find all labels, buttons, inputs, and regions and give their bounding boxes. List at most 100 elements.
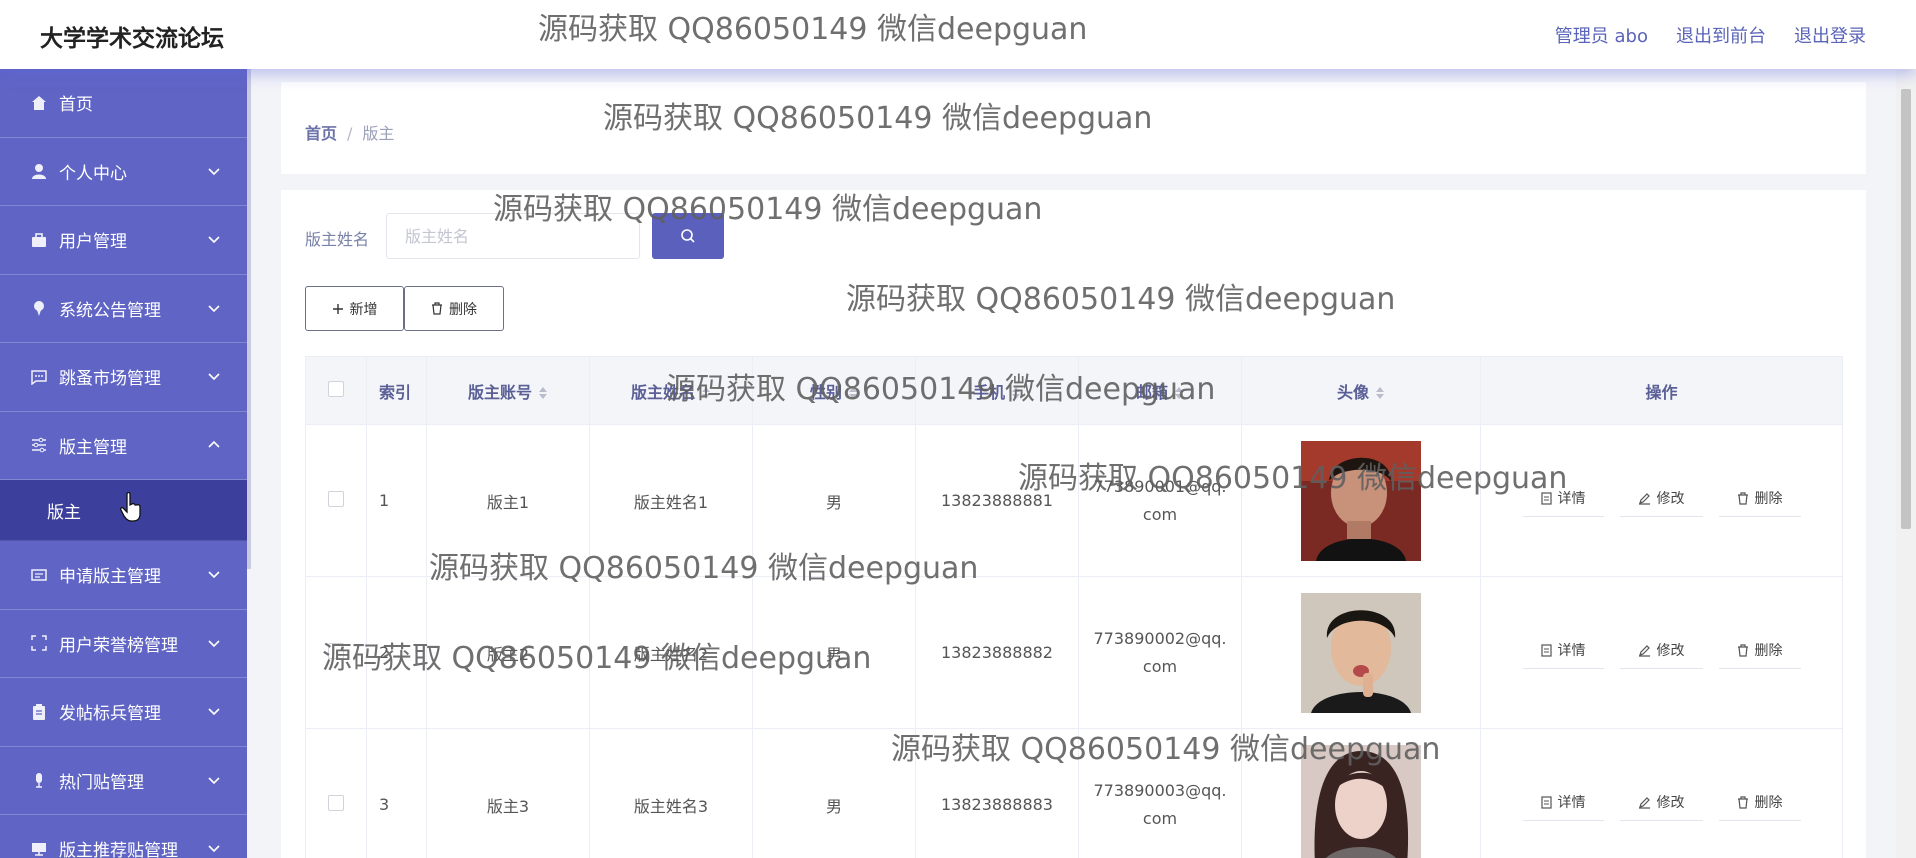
document-icon (1540, 643, 1552, 657)
sort-icon[interactable] (848, 386, 858, 400)
edit-icon (1638, 644, 1650, 657)
moderator-table: 索引 版主账号 版主姓名 性别 手机 邮箱 头像 操作 1 版主1 版主姓名1 … (305, 356, 1843, 858)
row-checkbox[interactable] (328, 642, 344, 659)
sidebar-item-label: 个人中心 (59, 163, 127, 184)
column-header-gender[interactable]: 性别 (752, 356, 916, 425)
email-part: com (1142, 808, 1178, 828)
sidebar-item-label: 跳蚤市场管理 (59, 369, 161, 390)
column-header-label: 邮箱 (1135, 382, 1168, 402)
breadcrumb-home[interactable]: 首页 (305, 124, 337, 143)
main-content: 版主姓名 新增 删除 索引 版主账号 版主姓名 性别 手机 邮箱 头像 操作 (281, 190, 1866, 858)
detail-button[interactable]: 详情 (1522, 636, 1604, 669)
detail-label: 详情 (1557, 491, 1586, 507)
column-header-avatar[interactable]: 头像 (1241, 356, 1481, 425)
document-icon (1540, 795, 1552, 809)
row-checkbox[interactable] (328, 490, 344, 507)
home-icon (30, 94, 48, 112)
sidebar-item-honor-board[interactable]: 用户荣誉榜管理 (0, 610, 247, 678)
breadcrumb-current: 版主 (362, 124, 395, 143)
sidebar-item-label: 发帖标兵管理 (59, 704, 161, 725)
breadcrumb: 首页 / 版主 (305, 120, 394, 144)
chevron-up-icon (208, 440, 220, 448)
chevron-down-icon (208, 571, 220, 579)
search-button[interactable] (652, 213, 724, 259)
cell-gender: 男 (752, 576, 916, 729)
sort-icon[interactable] (701, 386, 711, 400)
edit-button[interactable]: 修改 (1619, 636, 1703, 669)
hand-cursor-icon (120, 492, 141, 522)
sidebar-item-announcement[interactable]: 系统公告管理 (0, 275, 247, 343)
admin-user-label[interactable]: 管理员 abo (1555, 22, 1648, 48)
sidebar-item-hot-posts[interactable]: 热门贴管理 (0, 747, 247, 815)
sidebar-item-label: 热门贴管理 (59, 772, 144, 793)
cell-name: 版主姓名3 (589, 728, 753, 858)
sidebar-subitem-label: 版主 (47, 502, 81, 523)
sidebar-item-label: 申请版主管理 (59, 567, 161, 588)
row-checkbox[interactable] (328, 794, 344, 811)
detail-button[interactable]: 详情 (1522, 788, 1604, 821)
sidebar-item-recommended-posts[interactable]: 版主推荐贴管理 (0, 815, 247, 858)
sidebar-item-label: 版主管理 (59, 437, 127, 458)
mic-icon (30, 771, 48, 789)
sidebar-item-moderator-management[interactable]: 版主管理 (0, 412, 247, 480)
row-delete-button[interactable]: 删除 (1718, 636, 1801, 669)
cell-index: 3 (366, 728, 427, 858)
select-all-checkbox[interactable] (328, 380, 344, 397)
cell-account: 版主2 (426, 576, 590, 729)
trash-icon (432, 302, 442, 315)
sidebar-item-personal-center[interactable]: 个人中心 (0, 138, 247, 206)
cell-email: 773890003@qq. com (1078, 728, 1242, 858)
cell-actions: 详情 修改 删除 (1480, 576, 1843, 729)
frame-icon (30, 634, 48, 652)
detail-button[interactable]: 详情 (1522, 484, 1604, 517)
logout-link[interactable]: 退出登录 (1794, 22, 1866, 48)
row-delete-button[interactable]: 删除 (1718, 788, 1801, 821)
scrollbar-thumb[interactable] (1901, 89, 1911, 529)
sidebar-item-post-pioneer[interactable]: 发帖标兵管理 (0, 678, 247, 747)
column-header-phone[interactable]: 手机 (915, 356, 1079, 425)
email-part: 773890003@qq. (1093, 780, 1227, 800)
sort-icon[interactable] (1174, 386, 1184, 400)
sort-icon[interactable] (538, 386, 548, 400)
delete-label: 删除 (1754, 643, 1783, 659)
briefcase-icon (30, 231, 48, 249)
table-row: 1 版主1 版主姓名1 男 13823888881 773890001@qq. c… (305, 424, 1843, 577)
breadcrumb-card: 首页 / 版主 (281, 82, 1866, 174)
chevron-down-icon (208, 776, 220, 784)
back-to-front-link[interactable]: 退出到前台 (1676, 22, 1766, 48)
cell-name: 版主姓名2 (589, 576, 753, 729)
sidebar-item-flea-market[interactable]: 跳蚤市场管理 (0, 343, 247, 412)
column-header-account[interactable]: 版主账号 (426, 356, 590, 425)
column-header-label: 版主姓名 (630, 382, 695, 402)
sidebar-scrollbar[interactable] (247, 69, 251, 569)
sort-icon[interactable] (1011, 386, 1021, 400)
page-scrollbar[interactable] (1896, 69, 1916, 858)
edit-label: 修改 (1656, 643, 1685, 659)
detail-label: 详情 (1557, 643, 1586, 659)
edit-button[interactable]: 修改 (1619, 788, 1703, 821)
sidebar-item-apply-moderator[interactable]: 申请版主管理 (0, 541, 247, 610)
user-icon (30, 162, 48, 180)
cell-gender: 男 (752, 424, 916, 577)
edit-button[interactable]: 修改 (1619, 484, 1703, 517)
cell-email: 773890002@qq. com (1078, 576, 1242, 729)
search-input[interactable] (386, 213, 640, 259)
column-header-name[interactable]: 版主姓名 (589, 356, 753, 425)
row-delete-button[interactable]: 删除 (1718, 484, 1801, 517)
edit-label: 修改 (1656, 491, 1685, 507)
cell-index: 1 (366, 424, 427, 577)
edit-label: 修改 (1656, 795, 1685, 811)
delete-button[interactable]: 删除 (404, 286, 504, 331)
sidebar-item-home[interactable]: 首页 (0, 69, 247, 138)
cell-phone: 13823888882 (915, 576, 1079, 729)
chevron-down-icon (208, 373, 220, 381)
cell-avatar (1241, 728, 1481, 858)
add-button[interactable]: 新增 (305, 286, 404, 331)
search-icon (681, 229, 695, 243)
cell-gender: 男 (752, 728, 916, 858)
sidebar-item-user-management[interactable]: 用户管理 (0, 206, 247, 275)
column-header-email[interactable]: 邮箱 (1078, 356, 1242, 425)
chevron-down-icon (208, 304, 220, 312)
sort-icon[interactable] (1375, 386, 1385, 400)
delete-label: 删除 (1754, 491, 1783, 507)
